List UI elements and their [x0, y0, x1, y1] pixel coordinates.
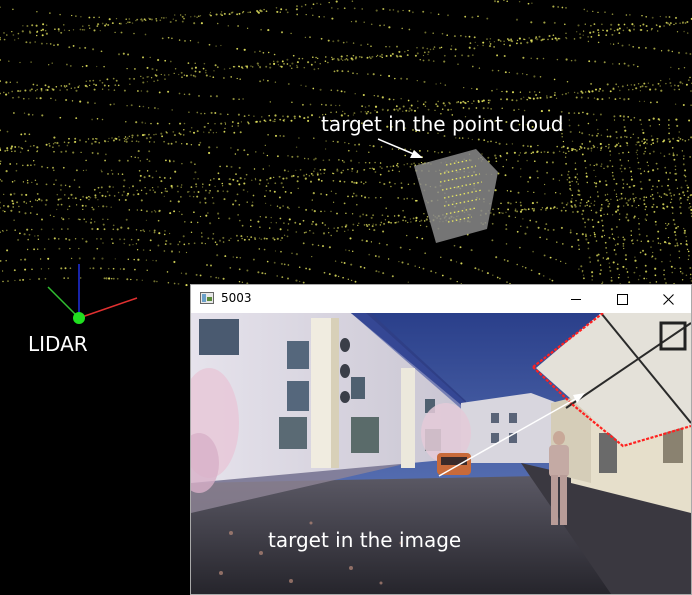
window-title: 5003	[221, 291, 252, 305]
lidar-label: LIDAR	[28, 332, 88, 356]
close-button[interactable]	[645, 285, 691, 313]
app-window-icon	[200, 292, 214, 304]
camera-image[interactable]: target in the image	[191, 313, 691, 594]
lidar-axes-icon	[47, 264, 138, 324]
minimize-icon	[571, 298, 581, 300]
maximize-button[interactable]	[599, 285, 645, 313]
point-cloud-target-label: target in the point cloud	[321, 112, 564, 136]
window-titlebar[interactable]: 5003	[191, 285, 691, 313]
minimize-button[interactable]	[553, 285, 599, 313]
pointcloud-viewer[interactable]: target in the point cloud LIDAR 5003 tar…	[0, 0, 692, 595]
point-cloud-arrow-icon	[377, 138, 423, 158]
image-target-label: target in the image	[268, 528, 462, 552]
maximize-icon	[616, 293, 628, 305]
image-window[interactable]: 5003 target in the image	[190, 284, 692, 595]
close-icon	[662, 293, 674, 305]
